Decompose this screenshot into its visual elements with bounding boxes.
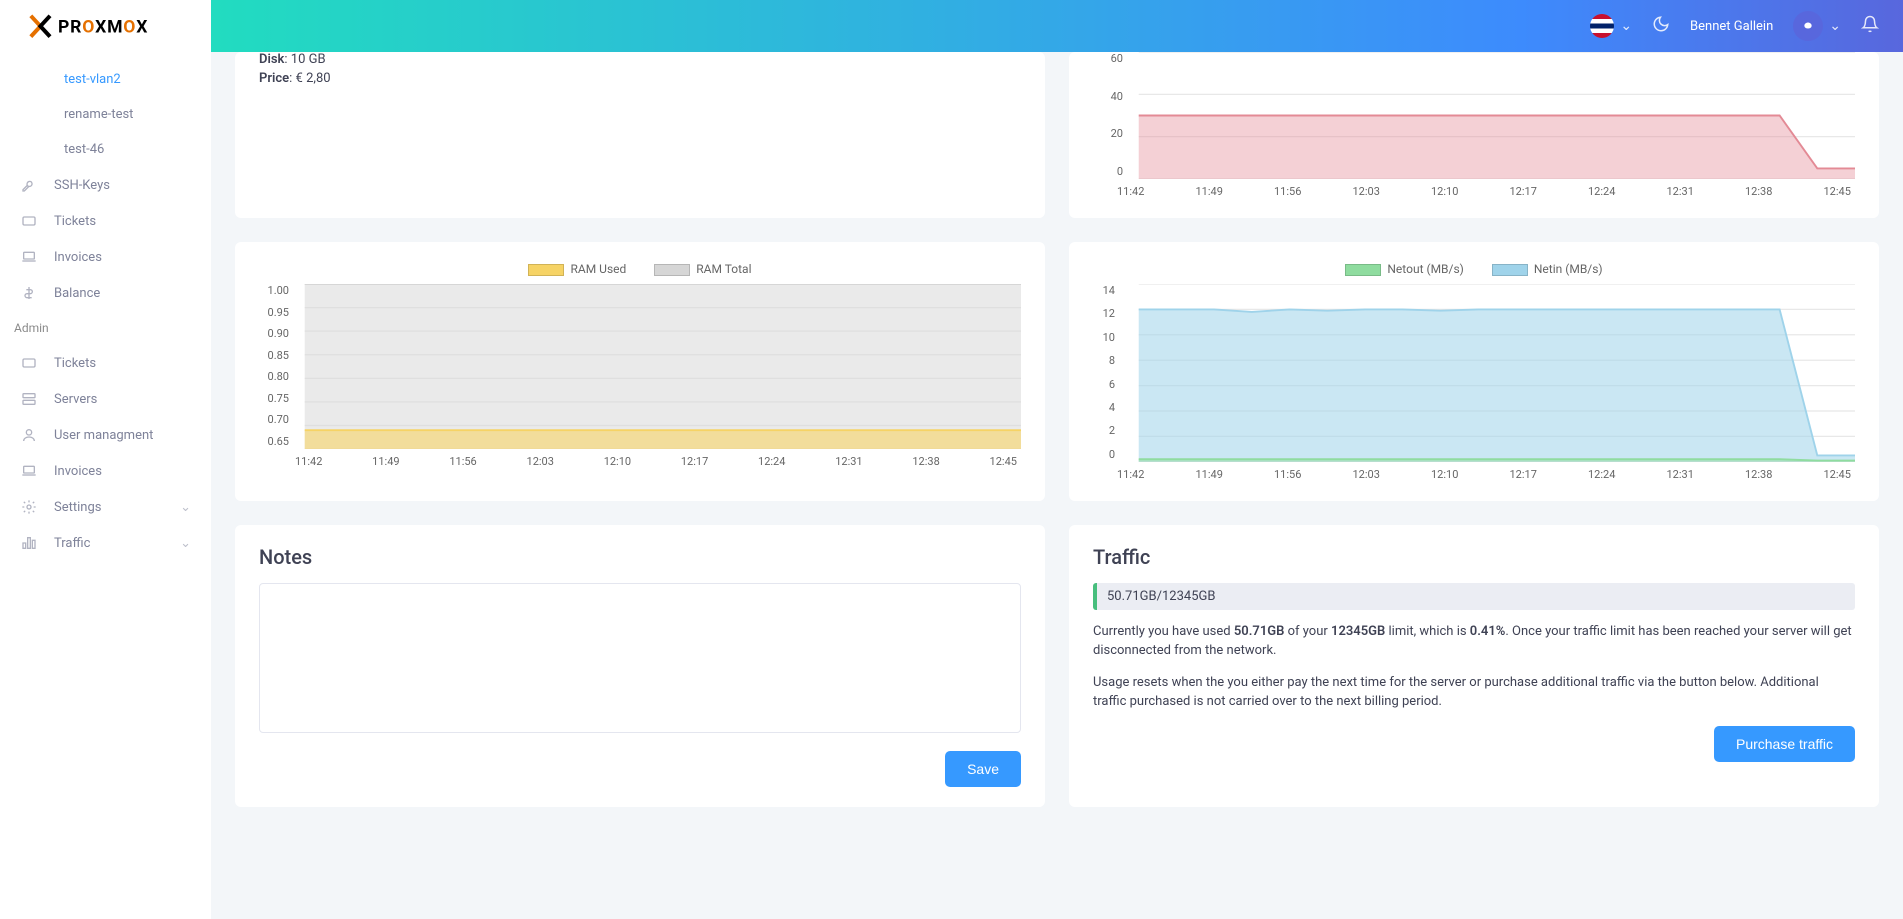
- sidebar-item-tickets[interactable]: Tickets: [0, 345, 211, 381]
- main-content: Disk: 10 GB Price: € 2,80 6040200 11:421…: [211, 52, 1903, 919]
- flag-uk-icon: [1590, 14, 1614, 38]
- ticket-icon: [20, 355, 38, 371]
- sidebar: test-vlan2rename-testtest-46 SSH-KeysTic…: [0, 52, 211, 919]
- notifications-button[interactable]: [1861, 15, 1879, 37]
- cpu-chart: 6040200 11:4211:4911:5612:0312:1012:1712…: [1093, 52, 1855, 198]
- server-icon: [20, 391, 38, 407]
- gear-icon: [20, 499, 38, 515]
- user-icon: [20, 427, 38, 443]
- dark-mode-toggle[interactable]: [1652, 15, 1670, 37]
- net-chart: 14121086420 11:4211:4911:5612:0312:1012:…: [1093, 284, 1855, 481]
- chevron-down-icon: ⌄: [180, 536, 191, 551]
- chevron-down-icon: ⌄: [180, 500, 191, 515]
- sidebar-item-invoices[interactable]: Invoices: [0, 453, 211, 489]
- ticket-icon: [20, 213, 38, 229]
- sidebar-section-admin: Admin: [0, 311, 211, 345]
- traffic-card: Traffic 50.71GB/12345GB Currently you ha…: [1069, 525, 1879, 807]
- info-price: Price: € 2,80: [259, 71, 1021, 86]
- chevron-down-icon: ⌄: [1829, 18, 1841, 34]
- sidebar-item-user-managment[interactable]: User managment: [0, 417, 211, 453]
- user-menu[interactable]: ⌄: [1793, 11, 1841, 41]
- net-chart-legend: Netout (MB/s)Netin (MB/s): [1093, 262, 1855, 276]
- chevron-down-icon: ⌄: [1620, 18, 1632, 34]
- traffic-progress-bar: 50.71GB/12345GB: [1093, 583, 1855, 610]
- sidebar-item-rename-test[interactable]: rename-test: [0, 97, 211, 132]
- sidebar-item-servers[interactable]: Servers: [0, 381, 211, 417]
- sidebar-item-ssh-keys[interactable]: SSH-Keys: [0, 167, 211, 203]
- sidebar-item-test-46[interactable]: test-46: [0, 132, 211, 167]
- ram-chart-card: RAM UsedRAM Total 1.000.950.900.850.800.…: [235, 242, 1045, 501]
- language-selector[interactable]: ⌄: [1590, 14, 1632, 38]
- sidebar-item-tickets[interactable]: Tickets: [0, 203, 211, 239]
- net-chart-card: Netout (MB/s)Netin (MB/s) 14121086420 11…: [1069, 242, 1879, 501]
- notes-title: Notes: [259, 545, 1021, 569]
- bell-icon: [1861, 15, 1879, 33]
- sidebar-item-invoices[interactable]: Invoices: [0, 239, 211, 275]
- sidebar-item-balance[interactable]: Balance: [0, 275, 211, 311]
- info-disk: Disk: 10 GB: [259, 52, 1021, 67]
- notes-textarea[interactable]: [259, 583, 1021, 733]
- traffic-reset-text: Usage resets when the you either pay the…: [1093, 673, 1855, 712]
- user-name: Bennet Gallein: [1690, 19, 1773, 34]
- moon-icon: [1652, 15, 1670, 33]
- traffic-usage-text: Currently you have used 50.71GB of your …: [1093, 622, 1855, 661]
- sidebar-item-settings[interactable]: Settings⌄: [0, 489, 211, 525]
- server-info-card: Disk: 10 GB Price: € 2,80: [235, 52, 1045, 218]
- purchase-traffic-button[interactable]: Purchase traffic: [1714, 726, 1855, 762]
- key-icon: [20, 177, 38, 193]
- svg-text:PROXMOX: PROXMOX: [58, 17, 148, 37]
- avatar-icon: [1798, 16, 1818, 36]
- ram-chart-legend: RAM UsedRAM Total: [259, 262, 1021, 276]
- save-button[interactable]: Save: [945, 751, 1021, 787]
- cpu-chart-card: 6040200 11:4211:4911:5612:0312:1012:1712…: [1069, 52, 1879, 218]
- sidebar-item-test-vlan2[interactable]: test-vlan2: [0, 62, 211, 97]
- traffic-icon: [20, 535, 38, 551]
- user-avatar: [1793, 11, 1823, 41]
- proxmox-logo-icon: PROXMOX: [26, 11, 186, 41]
- laptop-icon: [20, 249, 38, 265]
- laptop-icon: [20, 463, 38, 479]
- traffic-title: Traffic: [1093, 545, 1855, 569]
- ram-chart: 1.000.950.900.850.800.750.700.65 11:4211…: [259, 284, 1021, 468]
- sidebar-item-traffic[interactable]: Traffic⌄: [0, 525, 211, 561]
- dollar-icon: [20, 285, 38, 301]
- notes-card: Notes Save: [235, 525, 1045, 807]
- top-header: PROXMOX ⌄ Bennet Gallein ⌄: [0, 0, 1903, 52]
- logo[interactable]: PROXMOX: [0, 0, 211, 52]
